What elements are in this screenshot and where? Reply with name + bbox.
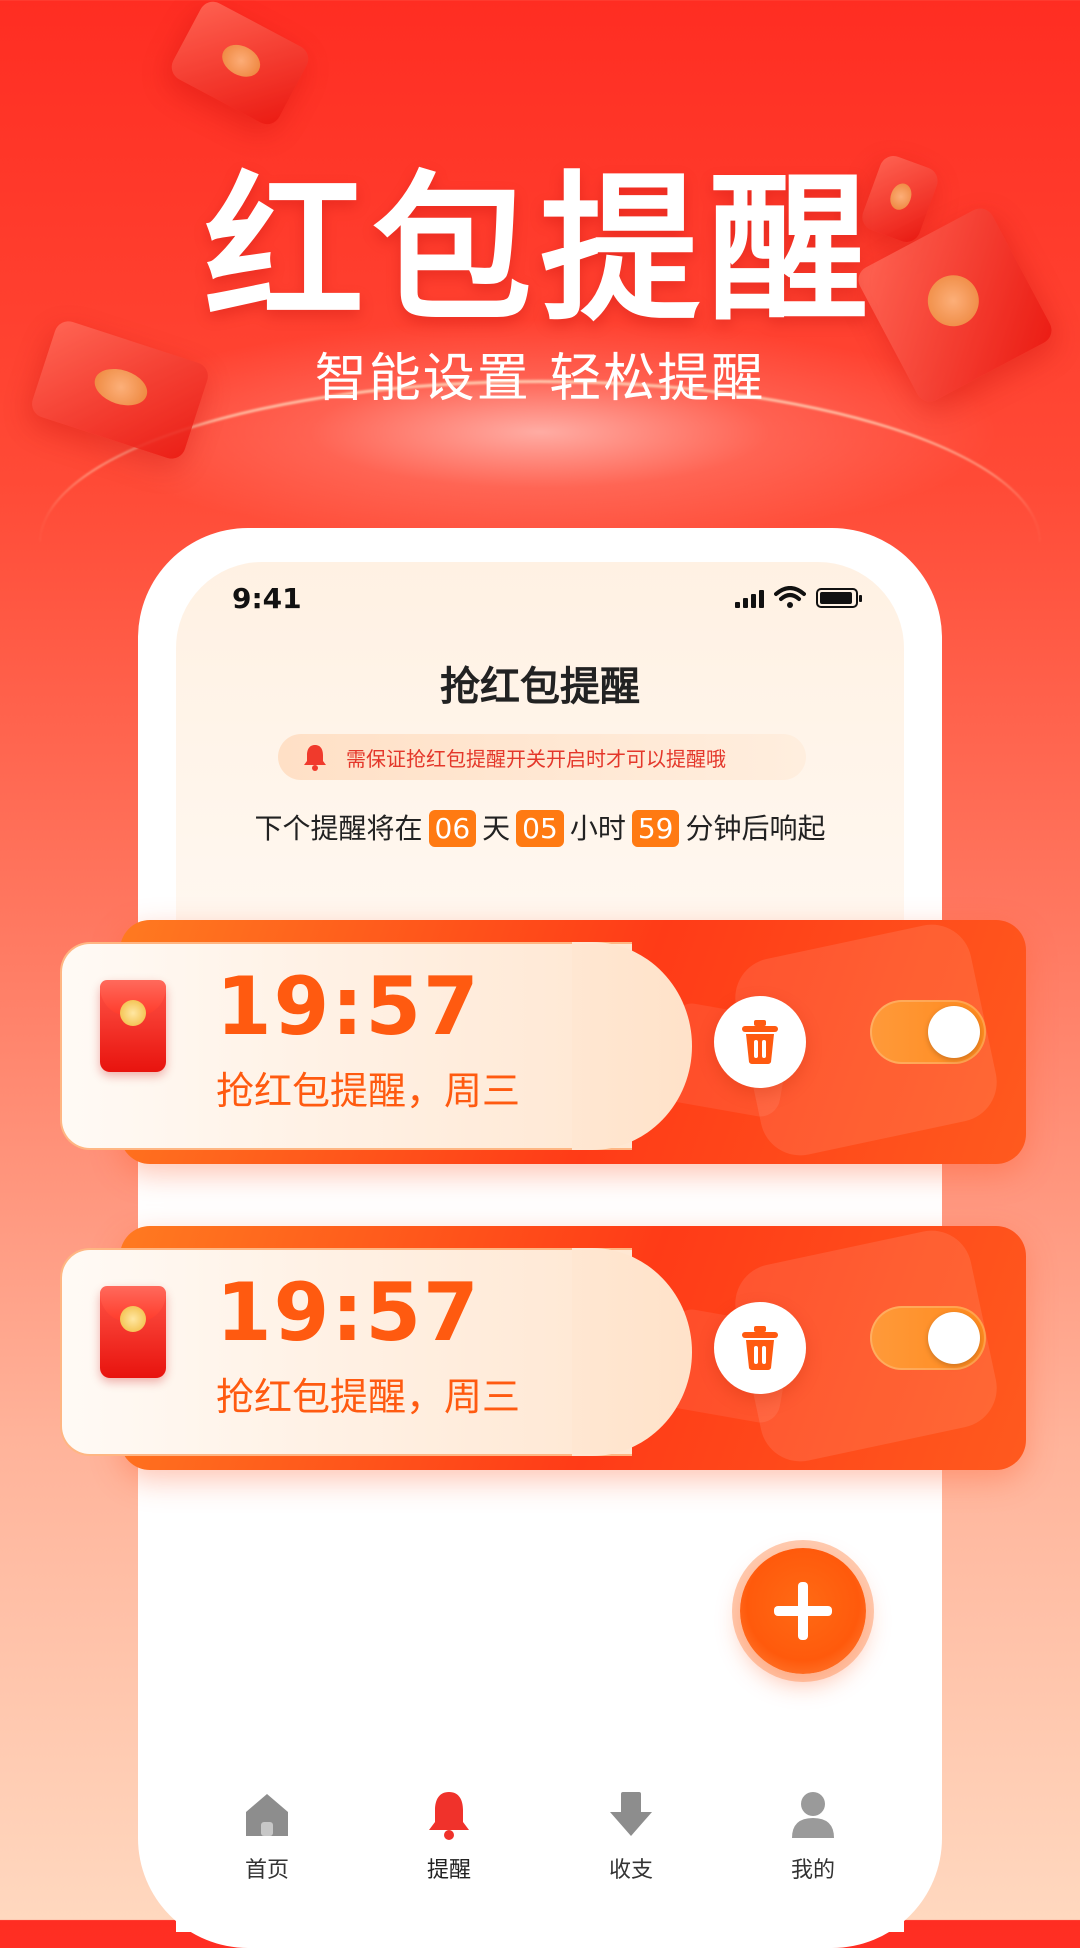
bell-icon (304, 745, 326, 771)
nav-label: 收支 (608, 1858, 653, 1883)
hero-subtitle: 智能设置 轻松提醒 (314, 349, 766, 409)
notice-banner: 需保证抢红包提醒开关开启时才可以提醒哦 (278, 734, 806, 780)
nav-label: 提醒 (426, 1858, 471, 1883)
wifi-icon (774, 586, 806, 608)
nav-item-mine[interactable]: 我的 (722, 1760, 904, 1900)
bottom-nav: 首页 提醒 收支 我的 (176, 1760, 904, 1900)
toggle-knob (928, 1006, 980, 1058)
countdown-days-unit: 天 (482, 812, 511, 845)
countdown-hours: 05 (516, 810, 564, 847)
reminder-label: 抢红包提醒，周三 (216, 1375, 521, 1419)
countdown-hours-unit: 小时 (569, 812, 626, 845)
status-time: 9:41 (232, 582, 302, 615)
hero-title: 红包提醒 (203, 156, 876, 343)
red-envelope-icon (100, 1286, 166, 1378)
nav-label: 首页 (244, 1858, 289, 1883)
reminder-label: 抢红包提醒，周三 (216, 1069, 521, 1113)
status-icons (735, 586, 862, 608)
floating-envelope-decoration (166, 0, 314, 130)
user-icon (792, 1792, 834, 1838)
countdown-minutes: 59 (631, 810, 680, 847)
signal-icon (735, 590, 764, 608)
nav-item-home[interactable]: 首页 (176, 1760, 358, 1900)
reminder-card[interactable]: 19:57 抢红包提醒，周三 (60, 920, 1028, 1164)
bell-icon (429, 1792, 469, 1840)
delete-reminder-button[interactable] (714, 996, 806, 1088)
reminder-time: 19:57 (216, 1266, 481, 1359)
reminder-card[interactable]: 19:57 抢红包提醒，周三 (60, 1226, 1028, 1470)
nav-item-remind[interactable]: 提醒 (358, 1760, 540, 1900)
countdown-prefix: 下个提醒将在 (254, 812, 423, 845)
reminder-time: 19:57 (216, 960, 481, 1053)
trash-icon (742, 1326, 778, 1370)
reminder-toggle[interactable] (870, 1000, 986, 1064)
battery-icon (816, 588, 862, 608)
red-envelope-icon (100, 980, 166, 1072)
countdown: 下个提醒将在 06 天 05 小时 59 分钟后响起 (176, 807, 904, 847)
add-reminder-button[interactable] (740, 1548, 866, 1674)
nav-item-finance[interactable]: 收支 (540, 1760, 722, 1900)
countdown-days: 06 (428, 810, 477, 847)
toggle-knob (928, 1312, 980, 1364)
countdown-suffix: 分钟后响起 (685, 812, 826, 845)
delete-reminder-button[interactable] (714, 1302, 806, 1394)
trash-icon (742, 1020, 778, 1064)
home-icon (246, 1794, 288, 1836)
nav-label: 我的 (790, 1858, 835, 1883)
notice-text: 需保证抢红包提醒开关开启时才可以提醒哦 (346, 746, 726, 771)
screen-title: 抢红包提醒 (440, 664, 640, 710)
download-icon (610, 1792, 652, 1836)
reminder-toggle[interactable] (870, 1306, 986, 1370)
